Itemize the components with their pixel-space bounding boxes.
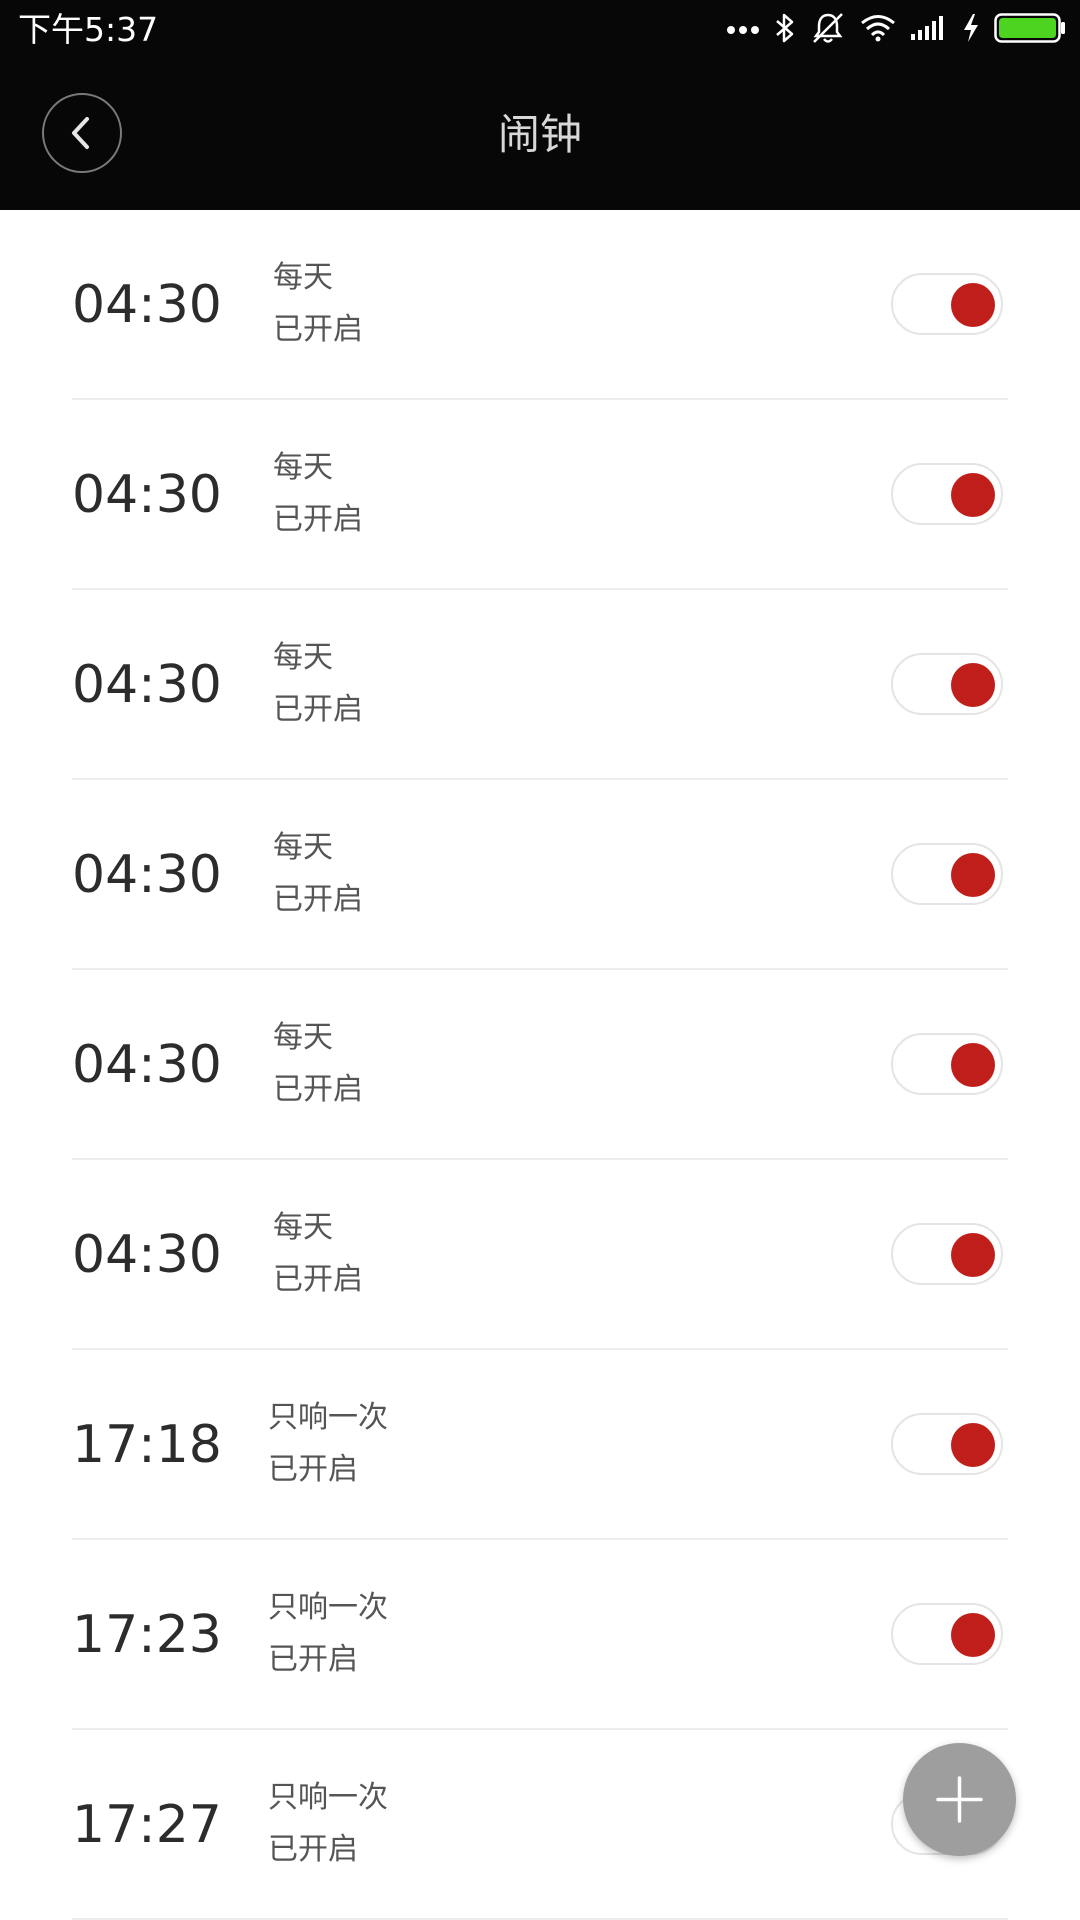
alarm-status-label: 已开启 (273, 502, 363, 537)
alarm-time: 04:30 (72, 1035, 222, 1095)
alarm-toggle[interactable] (891, 1223, 1003, 1285)
alarm-row[interactable]: 04:30 每天已开启 (0, 970, 1080, 1160)
status-bar: 下午5:37 (0, 0, 1080, 60)
alarm-toggle[interactable] (891, 463, 1003, 525)
alarm-status-label: 已开启 (268, 1642, 358, 1677)
add-alarm-button[interactable] (903, 1743, 1016, 1856)
alarm-status-label: 已开启 (268, 1832, 358, 1867)
status-time: 下午5:37 (18, 10, 159, 49)
alarm-time: 04:30 (72, 845, 222, 905)
alarm-toggle[interactable] (891, 843, 1003, 905)
alarm-row[interactable]: 04:30 每天已开启 (0, 210, 1080, 400)
toggle-knob (951, 283, 995, 327)
alarm-status-label: 已开启 (273, 1072, 363, 1107)
alarm-row[interactable]: 17:23 只响一次已开启 (0, 1540, 1080, 1730)
alarm-toggle[interactable] (891, 1413, 1003, 1475)
alarm-repeat-label: 每天 (273, 1020, 333, 1055)
alarm-list: 04:30 每天 已开启 04:30 每天 已开启 04:30 每天 已开启 04:30 每天 已开启… (0, 210, 1080, 1920)
plus-icon (936, 1776, 983, 1823)
alarm-repeat-label: 只响一次 (268, 1780, 388, 1815)
alarm-row[interactable]: 17:18 只响一次已开启 (0, 1350, 1080, 1540)
toggle-knob (951, 1423, 995, 1467)
alarm-time: 17:18 (72, 1415, 222, 1475)
alarm-toggle[interactable] (891, 1033, 1003, 1095)
alarm-row[interactable]: 04:30 每天已开启 (0, 400, 1080, 590)
alarm-repeat-label: 每天 (273, 830, 333, 865)
alarm-row[interactable]: 04:30 每天已开启 (0, 780, 1080, 970)
alarm-time: 04:30 (72, 655, 222, 715)
alarm-time: 04:30 (72, 275, 222, 335)
toggle-knob (951, 853, 995, 897)
alarm-time: 04:30 (72, 465, 222, 525)
alarm-row[interactable]: 04:30 每天已开启 (0, 590, 1080, 780)
alarm-row[interactable]: 04:30 每天已开启 (0, 1160, 1080, 1350)
toggle-knob (951, 1043, 995, 1087)
battery-icon (994, 13, 1066, 47)
alarm-status-label: 已开启 (273, 882, 363, 917)
alarm-repeat-label: 每天 (273, 260, 333, 295)
status-icons (712, 10, 1066, 50)
page-title: 闹钟 (497, 110, 582, 159)
alarm-toggle[interactable] (891, 1603, 1003, 1665)
alarm-time: 17:27 (72, 1795, 222, 1855)
alarm-repeat-label: 每天 (273, 450, 333, 485)
alarm-repeat-label: 只响一次 (268, 1400, 388, 1435)
vibrate-silent-icon (810, 11, 846, 49)
alarm-toggle[interactable] (891, 273, 1003, 335)
charging-bolt-icon (962, 13, 980, 47)
alarm-status-label: 已开启 (273, 692, 363, 727)
app-header: 下午5:37 闹钟 (0, 0, 1080, 210)
wifi-icon (860, 14, 896, 46)
toggle-knob (951, 1613, 995, 1657)
alarm-repeat-label: 只响一次 (268, 1590, 388, 1625)
alarm-status-label: 已开启 (273, 312, 363, 347)
alarm-time: 17:23 (72, 1605, 222, 1665)
toggle-knob (951, 473, 995, 517)
alarm-status-label: 已开启 (273, 1262, 363, 1297)
alarm-toggle[interactable] (891, 653, 1003, 715)
toggle-knob (951, 1233, 995, 1277)
alarm-repeat-label: 每天 (273, 640, 333, 675)
alarm-time: 04:30 (72, 1225, 222, 1285)
more-dots-icon (726, 21, 760, 40)
toggle-knob (951, 663, 995, 707)
alarm-status-label: 已开启 (268, 1452, 358, 1487)
cellular-signal-icon (910, 15, 948, 45)
alarm-repeat-label: 每天 (273, 1210, 333, 1245)
bluetooth-icon (774, 12, 796, 48)
